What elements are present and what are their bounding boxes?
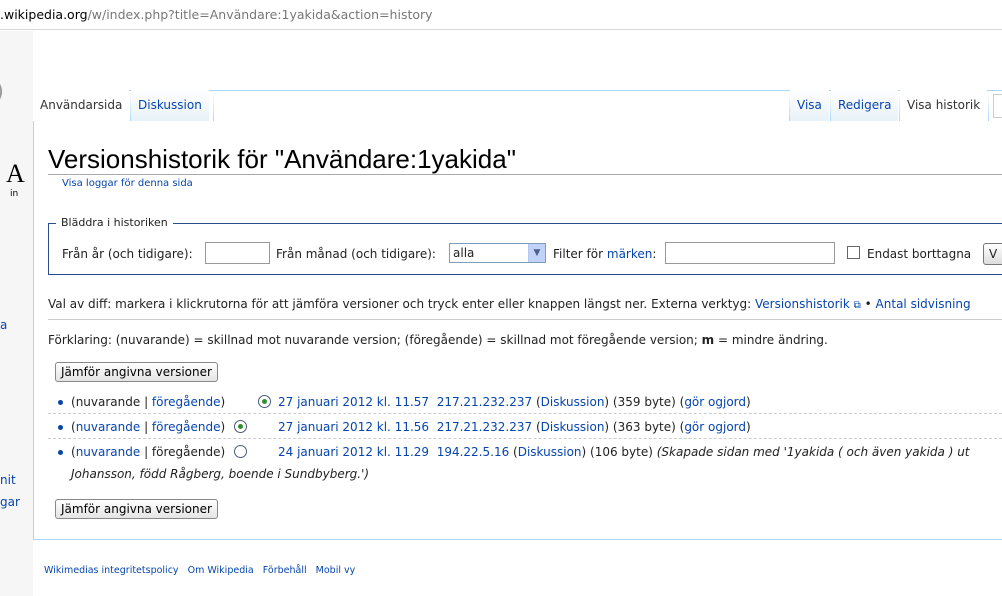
title-divider — [48, 174, 1002, 175]
bullet-icon — [58, 425, 63, 430]
legend-explanation: Förklaring: (nuvarande) = skillnad mot n… — [48, 333, 828, 347]
undo-link[interactable]: gör ogjord — [684, 420, 746, 434]
left-sidebar: ) A in a nit gar — [0, 31, 33, 596]
undo-link[interactable]: gör ogjord — [684, 395, 746, 409]
prev-diff-link[interactable]: föregående — [152, 420, 221, 434]
revision-size: (106 byte) — [590, 445, 653, 459]
history-row: (nuvarande | föregående) 24 januari 2012… — [48, 443, 1002, 489]
show-button[interactable]: V — [983, 243, 1002, 265]
deleted-only-checkbox[interactable] — [847, 246, 860, 259]
user-talk-link[interactable]: Diskussion — [518, 445, 582, 459]
prev-diff-link[interactable]: föregående — [152, 395, 221, 409]
diff-radio-new[interactable] — [258, 395, 271, 408]
external-tool-history-link[interactable]: Versionshistorik — [755, 297, 850, 311]
divider — [48, 319, 1002, 320]
history-row: (nuvarande | föregående) 27 januari 2012… — [48, 418, 1002, 439]
cur-diff-text: nuvarande — [75, 395, 141, 409]
view-logs-link[interactable]: Visa loggar för denna sida — [62, 178, 193, 189]
cur-diff-link[interactable]: nuvarande — [76, 420, 141, 434]
tab-edit[interactable]: Redigera — [831, 90, 899, 121]
tab-separator — [213, 94, 214, 121]
prev-diff-text: föregående — [151, 445, 221, 459]
revision-date-link[interactable]: 27 januari 2012 kl. 11.57 — [278, 395, 429, 409]
logo-tagline-fragment: in — [10, 189, 19, 199]
logo-fragment: ) — [0, 79, 4, 103]
month-label: Från månad (och tidigare): — [276, 247, 436, 261]
user-talk-link[interactable]: Diskussion — [541, 420, 605, 434]
deleted-only-label: Endast borttagna — [867, 247, 972, 261]
page-title: Versionshistorik för "Användare:1yakida" — [48, 144, 516, 174]
disclaimer-link[interactable]: Förbehåll — [263, 565, 307, 576]
edit-summary-cont: Johansson, född Rågberg, boende i Sundby… — [71, 467, 370, 481]
revision-size: (363 byte) — [612, 420, 676, 434]
tab-user-page[interactable]: Användarsida — [33, 90, 130, 121]
tab-history[interactable]: Visa historik — [900, 90, 988, 121]
history-row: (nuvarande | föregående) 27 januari 2012… — [48, 393, 1002, 414]
month-select[interactable]: alla ▼ — [449, 243, 546, 263]
bullet-icon — [58, 400, 63, 405]
tag-filter-label: Filter för märken: — [553, 247, 657, 261]
revision-date-link[interactable]: 27 januari 2012 kl. 11.56 — [278, 420, 429, 434]
footer-links: Wikimedias integritetspolicy Om Wikipedi… — [44, 565, 355, 576]
month-select-value: alla — [453, 246, 475, 260]
about-link[interactable]: Om Wikipedia — [188, 565, 254, 576]
revision-date-link[interactable]: 24 januari 2012 kl. 11.29 — [278, 445, 429, 459]
browse-history-legend: Bläddra i historiken — [56, 216, 173, 229]
compare-versions-button-bottom[interactable]: Jämför angivna versioner — [55, 499, 218, 519]
diff-radio-old[interactable] — [234, 445, 247, 458]
tab-more-edge[interactable] — [993, 94, 1002, 118]
tab-separator — [988, 94, 989, 121]
bullet-icon — [58, 450, 63, 455]
external-tool-pageviews-link[interactable]: Antal sidvisning — [876, 297, 971, 311]
compare-versions-button-top[interactable]: Jämför angivna versioner — [55, 362, 218, 382]
logo-wordmark-fragment: A — [6, 159, 25, 188]
tag-filter-input[interactable] — [665, 242, 835, 264]
sidebar-link-fragment[interactable]: gar — [0, 495, 20, 509]
address-bar[interactable]: .wikipedia.org/w/index.php?title=Använda… — [0, 0, 1002, 30]
tags-link[interactable]: märken — [607, 247, 653, 261]
mobile-view-link[interactable]: Mobil vy — [316, 565, 356, 576]
external-link-icon: ⧉ — [853, 300, 861, 311]
user-link[interactable]: 217.21.232.237 — [437, 420, 532, 434]
page-tabs: Användarsida Diskussion Visa Redigera Vi… — [33, 90, 1002, 122]
url-domain: .wikipedia.org — [0, 7, 88, 22]
diff-radio-old[interactable] — [234, 420, 247, 433]
year-label: Från år (och tidigare): — [62, 247, 193, 261]
cur-diff-link[interactable]: nuvarande — [76, 445, 141, 459]
user-link[interactable]: 194.22.5.16 — [437, 445, 510, 459]
user-talk-link[interactable]: Diskussion — [541, 395, 605, 409]
year-input[interactable] — [205, 242, 270, 264]
tab-discussion[interactable]: Diskussion — [131, 90, 209, 121]
user-link[interactable]: 217.21.232.237 — [437, 395, 532, 409]
chevron-down-icon[interactable]: ▼ — [528, 244, 545, 262]
privacy-policy-link[interactable]: Wikimedias integritetspolicy — [44, 565, 179, 576]
diff-help-text: Val av diff: markera i klickrutorna för … — [48, 297, 971, 311]
sidebar-link-fragment[interactable]: nit — [0, 473, 16, 487]
edit-summary: (Skapade sidan med '1yakida ( och även y… — [656, 445, 970, 459]
url-path: /w/index.php?title=Användare:1yakida&act… — [87, 7, 433, 22]
sidebar-link-fragment[interactable]: a — [0, 318, 7, 332]
tab-view[interactable]: Visa — [790, 90, 829, 121]
revision-size: (359 byte) — [612, 395, 676, 409]
